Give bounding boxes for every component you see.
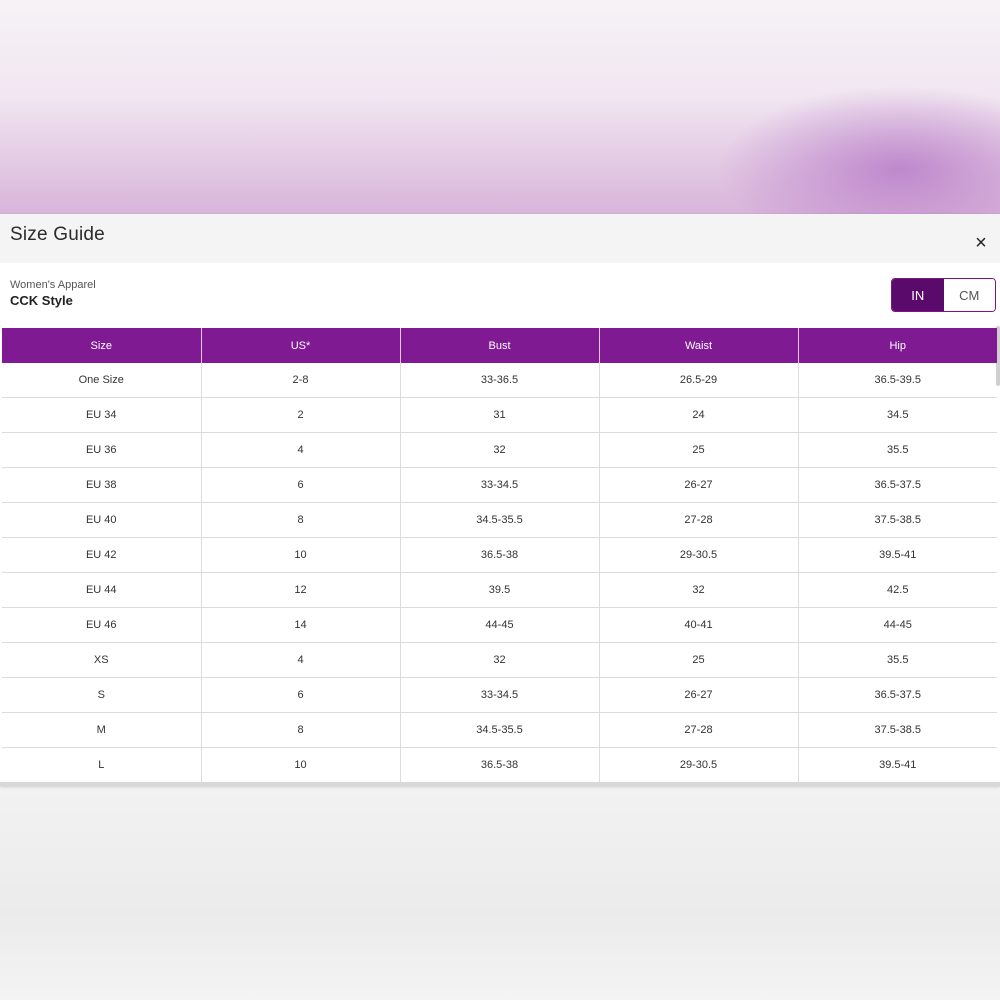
cell-bust: 34.5-35.5: [400, 712, 600, 748]
background-top: [0, 0, 1000, 214]
cell-waist: 32: [599, 572, 799, 608]
cell-bust: 39.5: [400, 572, 600, 608]
cell-hip: 44-45: [798, 607, 997, 643]
cell-waist: 29-30.5: [599, 537, 799, 573]
cell-size: EU 34: [2, 397, 202, 433]
category-label: Women's Apparel: [10, 279, 96, 291]
cell-us: 2: [201, 397, 401, 433]
table-row: L 10 36.5-38 29-30.5 39.5-41: [2, 747, 997, 783]
column-header-us: US*: [201, 328, 401, 363]
unit-cm-button[interactable]: CM: [943, 279, 995, 311]
cell-waist: 27-28: [599, 502, 799, 538]
table-row: S 6 33-34.5 26-27 36.5-37.5: [2, 677, 997, 713]
cell-bust: 33-34.5: [400, 467, 600, 503]
column-header-waist: Waist: [599, 328, 799, 363]
cell-waist: 40-41: [599, 607, 799, 643]
cell-waist: 27-28: [599, 712, 799, 748]
table-row: EU 46 14 44-45 40-41 44-45: [2, 607, 997, 643]
table-row: EU 44 12 39.5 32 42.5: [2, 572, 997, 608]
cell-bust: 36.5-38: [400, 537, 600, 573]
size-guide-modal: Size Guide × Women's Apparel CCK Style I…: [0, 214, 1000, 786]
modal-title: Size Guide: [10, 224, 105, 245]
cell-size: EU 42: [2, 537, 202, 573]
style-name: CCK Style: [10, 293, 73, 308]
background-bottom: [0, 786, 1000, 1000]
cell-waist: 29-30.5: [599, 747, 799, 783]
modal-header: Size Guide ×: [0, 214, 1000, 263]
cell-hip: 36.5-39.5: [798, 363, 997, 398]
table-row: EU 40 8 34.5-35.5 27-28 37.5-38.5: [2, 502, 997, 538]
cell-waist: 25: [599, 432, 799, 468]
cell-hip: 42.5: [798, 572, 997, 608]
cell-us: 8: [201, 712, 401, 748]
cell-size: EU 46: [2, 607, 202, 643]
table-body: One Size 2-8 33-36.5 26.5-29 36.5-39.5 EU 34 2…: [2, 363, 997, 783]
table-row: One Size 2-8 33-36.5 26.5-29 36.5-39.5: [2, 363, 997, 398]
cell-bust: 36.5-38: [400, 747, 600, 783]
cell-hip: 39.5-41: [798, 747, 997, 783]
column-header-size: Size: [2, 328, 202, 363]
modal-bottom-border: [0, 782, 1000, 786]
cell-size: M: [2, 712, 202, 748]
cell-size: EU 36: [2, 432, 202, 468]
cell-waist: 26-27: [599, 467, 799, 503]
cell-us: 6: [201, 677, 401, 713]
unit-toggle: IN CM: [891, 278, 996, 312]
table-row: EU 42 10 36.5-38 29-30.5 39.5-41: [2, 537, 997, 573]
cell-size: EU 38: [2, 467, 202, 503]
cell-bust: 33-34.5: [400, 677, 600, 713]
cell-hip: 36.5-37.5: [798, 677, 997, 713]
cell-us: 10: [201, 537, 401, 573]
cell-hip: 35.5: [798, 642, 997, 678]
cell-us: 10: [201, 747, 401, 783]
cell-size: EU 44: [2, 572, 202, 608]
cell-size: S: [2, 677, 202, 713]
cell-waist: 26.5-29: [599, 363, 799, 398]
unit-in-button[interactable]: IN: [892, 279, 944, 311]
cell-hip: 39.5-41: [798, 537, 997, 573]
table-row: EU 34 2 31 24 34.5: [2, 397, 997, 433]
table-row: EU 36 4 32 25 35.5: [2, 432, 997, 468]
cell-bust: 34.5-35.5: [400, 502, 600, 538]
close-icon[interactable]: ×: [970, 232, 992, 254]
cell-us: 2-8: [201, 363, 401, 398]
cell-waist: 26-27: [599, 677, 799, 713]
column-header-bust: Bust: [400, 328, 600, 363]
cell-us: 4: [201, 432, 401, 468]
column-header-hip: Hip: [798, 328, 997, 363]
cell-size: One Size: [2, 363, 202, 398]
table-header-row: Size US* Bust Waist Hip: [2, 328, 997, 363]
cell-hip: 35.5: [798, 432, 997, 468]
cell-hip: 34.5: [798, 397, 997, 433]
cell-hip: 37.5-38.5: [798, 502, 997, 538]
cell-waist: 24: [599, 397, 799, 433]
cell-size: XS: [2, 642, 202, 678]
cell-bust: 32: [400, 642, 600, 678]
cell-bust: 31: [400, 397, 600, 433]
cell-us: 14: [201, 607, 401, 643]
cell-us: 6: [201, 467, 401, 503]
cell-size: EU 40: [2, 502, 202, 538]
table-row: M 8 34.5-35.5 27-28 37.5-38.5: [2, 712, 997, 748]
cell-hip: 37.5-38.5: [798, 712, 997, 748]
cell-hip: 36.5-37.5: [798, 467, 997, 503]
size-table: Size US* Bust Waist Hip One Size 2-8 33-36…: [2, 328, 997, 783]
cell-us: 12: [201, 572, 401, 608]
table-row: XS 4 32 25 35.5: [2, 642, 997, 678]
cell-waist: 25: [599, 642, 799, 678]
cell-us: 8: [201, 502, 401, 538]
cell-bust: 44-45: [400, 607, 600, 643]
cell-bust: 32: [400, 432, 600, 468]
cell-us: 4: [201, 642, 401, 678]
cell-bust: 33-36.5: [400, 363, 600, 398]
cell-size: L: [2, 747, 202, 783]
table-row: EU 38 6 33-34.5 26-27 36.5-37.5: [2, 467, 997, 503]
